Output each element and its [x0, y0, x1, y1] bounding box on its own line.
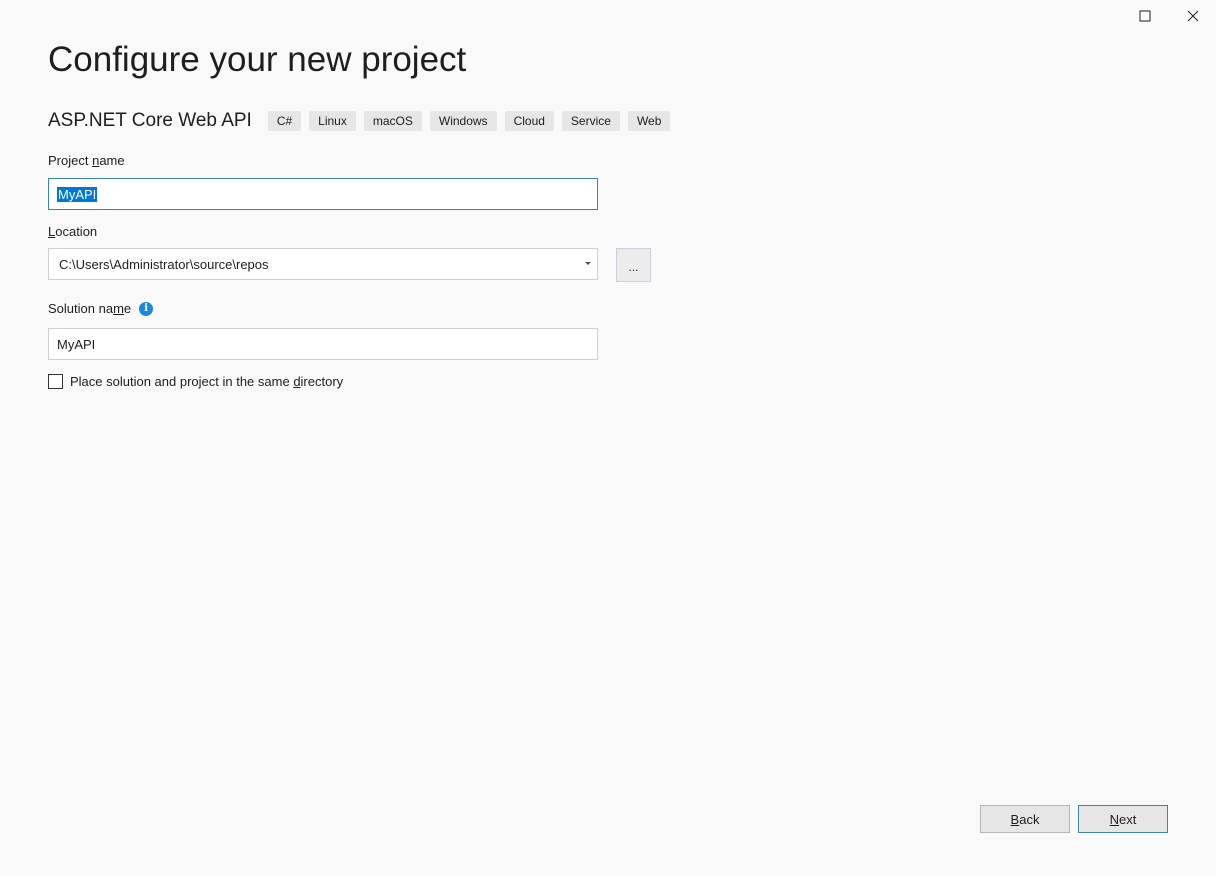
tag-windows: Windows — [429, 111, 497, 131]
info-icon[interactable]: i — [139, 301, 154, 316]
location-label: Location — [48, 224, 98, 239]
back-button[interactable]: Back — [980, 805, 1070, 833]
solution-name-value: MyAPI — [57, 336, 96, 352]
tag-service: Service — [561, 111, 620, 131]
close-icon — [1187, 10, 1199, 22]
same-directory-option[interactable]: Place solution and project in the same d… — [48, 374, 343, 389]
project-name-label: Project name — [48, 153, 125, 168]
browse-location-button[interactable]: ... — [616, 248, 651, 282]
tag-web: Web — [627, 111, 671, 131]
same-directory-label: Place solution and project in the same d… — [70, 374, 344, 389]
tag-linux: Linux — [309, 111, 356, 131]
chevron-down-icon[interactable] — [585, 262, 591, 265]
configure-project-dialog: Configure your new project ASP.NET Core … — [0, 0, 1216, 876]
location-combobox[interactable]: C:\Users\Administrator\source\repos — [48, 248, 598, 280]
tag-macos: macOS — [363, 111, 422, 131]
location-value: C:\Users\Administrator\source\repos — [59, 256, 269, 272]
tag-cloud: Cloud — [504, 111, 554, 131]
same-directory-checkbox[interactable] — [48, 374, 63, 389]
solution-name-input[interactable]: MyAPI — [48, 328, 598, 360]
tag-csharp: C# — [267, 111, 302, 131]
template-name: ASP.NET Core Web API — [48, 110, 252, 131]
maximize-icon — [1139, 10, 1151, 22]
project-name-input[interactable]: MyAPI — [48, 178, 598, 210]
close-button[interactable] — [1170, 0, 1216, 32]
maximize-button[interactable] — [1122, 0, 1168, 32]
next-button[interactable]: Next — [1078, 805, 1168, 833]
template-info: ASP.NET Core Web API C# Linux macOS Wind… — [48, 110, 678, 132]
solution-name-label: Solution name i — [48, 301, 154, 317]
project-name-value: MyAPI — [57, 186, 98, 202]
page-title: Configure your new project — [48, 40, 467, 79]
